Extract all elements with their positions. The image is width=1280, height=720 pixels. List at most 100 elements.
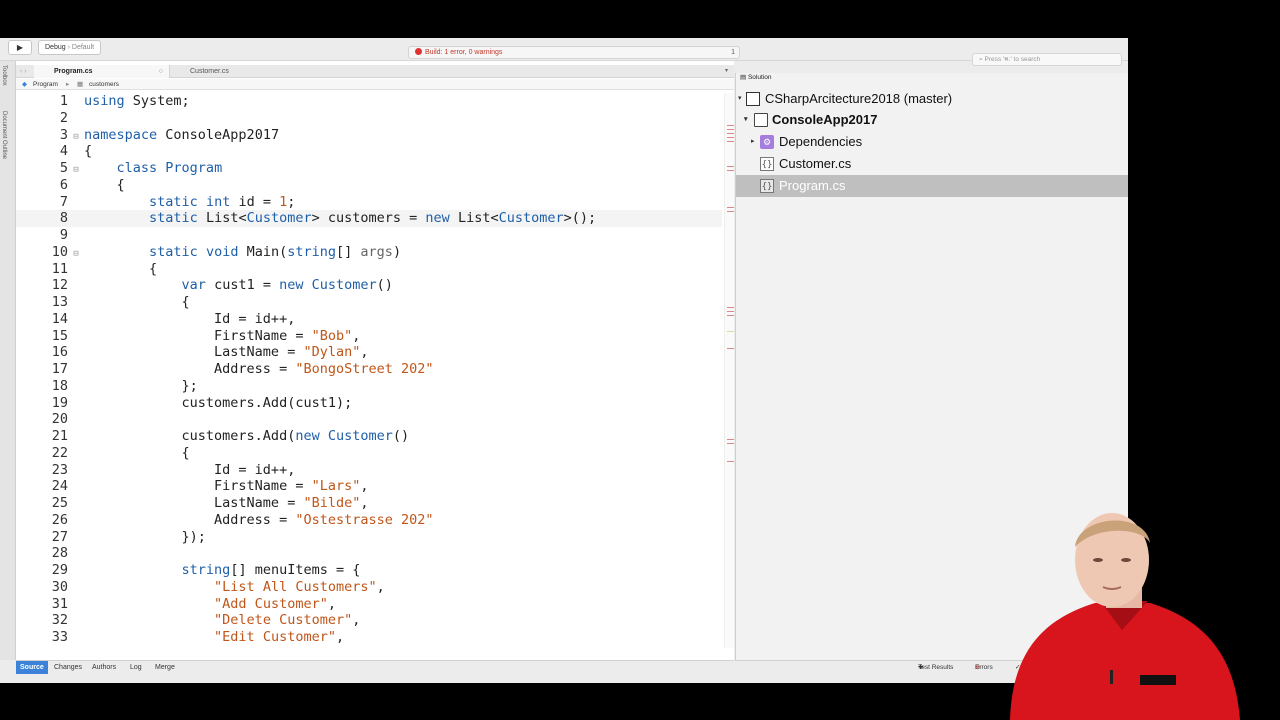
line-number: 7 [59, 193, 68, 210]
line-number: 22 [51, 444, 68, 461]
code-text: "Delete Customer", [214, 612, 361, 629]
code-text: LastName = "Dylan", [84, 344, 369, 361]
code-line[interactable]: 20 [16, 411, 722, 428]
line-number: 6 [59, 176, 68, 193]
line-number: 27 [51, 528, 68, 545]
tree-node-solution[interactable]: ▾ CSharpArcitecture2018 (master) [736, 88, 1128, 110]
line-number: 28 [51, 545, 68, 562]
line-number: 13 [51, 294, 68, 310]
search-input[interactable]: ⌕ Press '⌘.' to search [972, 53, 1122, 66]
code-line[interactable]: 30 "List All Customers", [16, 579, 722, 596]
line-number: 3 [59, 126, 68, 143]
code-line[interactable]: 8 static List<Customer> customers = new … [16, 210, 722, 228]
code-line[interactable]: 17 Address = "BongoStreet 202" [16, 361, 722, 378]
code-line[interactable]: 1 using System; [16, 93, 722, 110]
line-number: 21 [51, 428, 68, 444]
code-line[interactable]: 9 [16, 227, 722, 244]
tree-node-project[interactable]: ▾ ConsoleApp2017 [736, 109, 1128, 131]
code-line[interactable]: 31 "Add Customer", [16, 596, 722, 613]
code-area[interactable]: 1 using System; 2 3 ⊟ namespace ConsoleApp201… [16, 93, 722, 648]
build-status-bar[interactable]: Build: 1 error, 0 warnings 1 [408, 46, 740, 59]
line-number: 33 [51, 629, 68, 645]
csharp-file-icon: {} [760, 179, 774, 193]
code-line[interactable]: 24 FirstName = "Lars", [16, 478, 722, 495]
tab-label: Customer.cs [190, 68, 229, 75]
close-icon[interactable]: ○ [159, 65, 163, 78]
error-icon [415, 48, 422, 55]
code-line[interactable]: 4{ [16, 143, 722, 160]
code-text: using System; [84, 93, 190, 109]
run-button[interactable]: ▶ [8, 40, 32, 55]
tab-overflow-icon[interactable]: ▾ [725, 65, 728, 78]
code-line[interactable]: 13 { [16, 294, 722, 311]
code-line[interactable]: 11 { [16, 261, 722, 278]
tab-log[interactable]: Log [126, 661, 146, 674]
code-line[interactable]: 19 customers.Add(cust1); [16, 395, 722, 412]
errors-label: Errors [975, 664, 993, 671]
code-line[interactable]: 7 static int id = 1; [16, 194, 722, 211]
tab-authors[interactable]: Authors [88, 661, 120, 674]
code-text: "List All Customers", [214, 578, 385, 595]
code-text: "Add Customer", [214, 595, 336, 612]
code-text: static void Main(string[] args) [149, 243, 402, 260]
chevron-down-icon[interactable]: ▾ [744, 109, 748, 131]
tab-changes[interactable]: Changes [50, 661, 86, 674]
code-line[interactable]: 5 ⊟ class Program [16, 160, 722, 177]
code-line[interactable]: 16 LastName = "Dylan", [16, 344, 722, 361]
code-line[interactable]: 10 ⊟ static void Main(string[] args) [16, 244, 722, 261]
code-line[interactable]: 26 Address = "Ostestrasse 202" [16, 512, 722, 529]
tree-node-program-cs[interactable]: {} Program.cs [736, 175, 1128, 197]
code-line[interactable]: 12 var cust1 = new Customer() [16, 277, 722, 294]
code-line[interactable]: 3 ⊟ namespace ConsoleApp2017 [16, 127, 722, 144]
code-text: var cust1 = new Customer() [181, 277, 393, 294]
tab-customer-cs[interactable]: Customer.cs [170, 65, 290, 78]
document-outline-tab[interactable]: Document Outline [1, 111, 7, 159]
presenter-webcam-overlay [1000, 505, 1245, 720]
tree-node-dependencies[interactable]: ▸ ⚙ Dependencies [736, 131, 1128, 153]
code-line[interactable]: 15 FirstName = "Bob", [16, 328, 722, 345]
line-number: 15 [51, 327, 68, 344]
line-number: 19 [51, 394, 68, 411]
code-line[interactable]: 33 "Edit Customer", [16, 629, 722, 646]
code-line[interactable]: 2 [16, 110, 722, 127]
tab-label: Program.cs [54, 68, 93, 75]
code-line[interactable]: 23 Id = id++, [16, 462, 722, 479]
code-text: }); [84, 528, 206, 545]
code-line[interactable]: 14 Id = id++, [16, 311, 722, 328]
tree-node-customer-cs[interactable]: {} Customer.cs [736, 153, 1128, 175]
line-number: 5 [59, 160, 68, 176]
tab-program-cs[interactable]: Program.cs ○ [34, 65, 170, 78]
breadcrumb-member[interactable]: customers [89, 79, 119, 90]
chevron-right-icon[interactable]: ▸ [751, 131, 755, 153]
code-text: { [84, 444, 190, 461]
code-line[interactable]: 27 }); [16, 529, 722, 546]
code-line[interactable]: 32 "Delete Customer", [16, 612, 722, 629]
overview-ruler[interactable] [724, 93, 734, 648]
code-text: static int id = 1; [149, 193, 296, 210]
line-number: 24 [51, 478, 68, 495]
code-line[interactable]: 29 string[] menuItems = { [16, 562, 722, 579]
code-line[interactable]: 21 customers.Add(new Customer() [16, 428, 722, 445]
code-line[interactable]: 25 LastName = "Bilde", [16, 495, 722, 512]
code-text: Address = "Ostestrasse 202" [84, 511, 434, 528]
line-number: 14 [51, 310, 68, 327]
code-line[interactable]: 18 }; [16, 378, 722, 395]
breadcrumb-class[interactable]: Program [33, 79, 58, 90]
line-number: 31 [51, 595, 68, 612]
class-symbol-icon: ◆ [22, 81, 27, 88]
code-line[interactable]: 22 { [16, 445, 722, 462]
tab-nav-arrows-icon[interactable]: ‹ › [20, 65, 27, 78]
toolbox-tab[interactable]: Toolbox [1, 65, 7, 86]
chevron-down-icon[interactable]: ▾ [738, 88, 742, 110]
chevron-right-icon: ▸ [66, 81, 70, 88]
code-line[interactable]: 34 "Exit" [16, 646, 722, 648]
code-line[interactable]: 6 { [16, 177, 722, 194]
search-placeholder: Press '⌘.' to search [984, 56, 1041, 63]
error-count-badge[interactable]: 1 [731, 47, 735, 58]
tab-merge[interactable]: Merge [151, 661, 179, 674]
solution-pad-icon: ▤ [740, 74, 748, 81]
config-separator: › [67, 44, 70, 51]
configuration-selector[interactable]: Debug › Default [38, 40, 102, 55]
code-line[interactable]: 28 [16, 545, 722, 562]
tab-source[interactable]: Source [16, 661, 48, 674]
